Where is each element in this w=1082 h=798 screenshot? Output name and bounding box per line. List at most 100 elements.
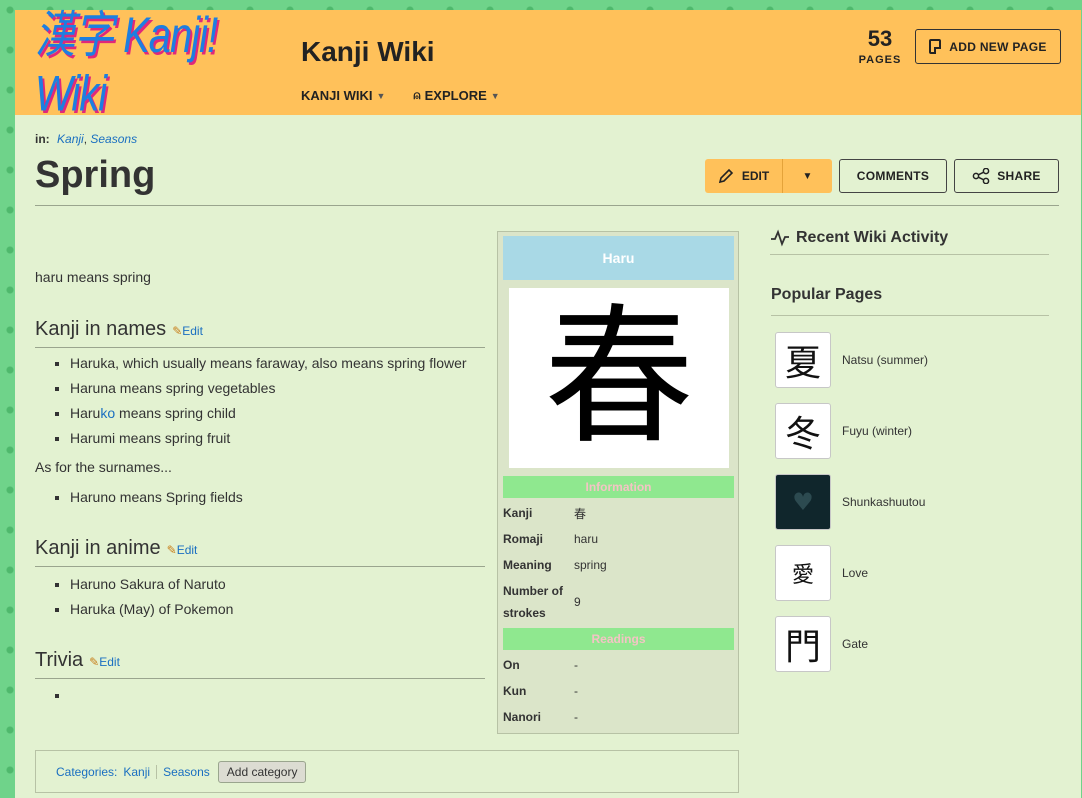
infobox-title: Haru — [503, 236, 734, 280]
wiki-logo[interactable]: 漢字 Kanji! Wiki — [35, 7, 285, 121]
category-link-seasons[interactable]: Seasons — [163, 765, 210, 779]
nav-explore[interactable]: ⍝ EXPLORE ▼ — [413, 88, 499, 103]
share-icon — [972, 168, 990, 184]
add-category-button[interactable]: Add category — [217, 760, 307, 783]
list-item-text: means spring child — [115, 405, 236, 421]
infobox-key: On — [503, 658, 520, 672]
edit-button[interactable]: EDIT — [705, 159, 783, 193]
list-item: Haruka (May) of Pokemon — [70, 600, 233, 625]
add-new-page-label: ADD NEW PAGE — [949, 39, 1047, 54]
pencil-icon: ✎ — [166, 543, 177, 557]
categories-label: Categories: — [56, 764, 118, 779]
chevron-down-icon: ▼ — [376, 90, 386, 101]
section-heading-trivia: Trivia ✎Edit — [35, 649, 485, 679]
popular-page-thumbnail: 門 — [775, 616, 831, 672]
infobox-row: Number of strokes 9 — [503, 580, 734, 624]
wiki-title[interactable]: Kanji Wiki — [301, 36, 435, 68]
infobox-row: Romaji haru — [503, 528, 734, 550]
recent-activity-label: Recent Wiki Activity — [796, 229, 949, 246]
popular-pages-heading: Popular Pages — [771, 286, 1049, 316]
breadcrumb-link-kanji[interactable]: Kanji — [57, 132, 84, 146]
surnames-list: Haruno means Spring fields — [70, 488, 243, 513]
heart-icon: ♥ — [792, 488, 814, 516]
pencil-icon: ✎ — [172, 324, 183, 338]
recent-activity-heading[interactable]: Recent Wiki Activity — [770, 229, 1049, 255]
kanji-image[interactable]: 春 — [509, 288, 729, 468]
page-title: Spring — [35, 154, 156, 196]
pencil-icon: ✎ — [89, 655, 100, 669]
infobox-value: spring — [574, 558, 607, 572]
popular-page-label: Natsu (summer) — [842, 353, 929, 367]
popular-page-item[interactable]: ♥ Shunkashuutou — [775, 474, 1049, 530]
nav-explore-label: EXPLORE — [424, 88, 487, 103]
popular-page-item[interactable]: 冬 Fuyu (winter) — [775, 403, 1049, 459]
section-edit-label: Edit — [99, 655, 120, 669]
popular-page-item[interactable]: 愛 Love — [775, 545, 1049, 601]
infobox-key: Number of strokes — [503, 584, 563, 620]
infobox-key: Kanji — [503, 506, 533, 520]
nav-kanji-wiki-label: KANJI WIKI — [301, 88, 373, 103]
page-counter: 53 PAGES — [855, 26, 905, 66]
section-heading-text: Kanji in names — [35, 318, 167, 340]
page: 漢字 Kanji! Wiki Kanji Wiki KANJI WIKI ▼ ⍝… — [15, 7, 1081, 798]
section-edit-link[interactable]: ✎Edit — [172, 324, 203, 338]
share-button[interactable]: SHARE — [954, 159, 1059, 193]
edit-button-group: EDIT ▼ — [705, 159, 832, 193]
section-edit-link[interactable]: ✎Edit — [89, 655, 120, 669]
comments-button[interactable]: COMMENTS — [839, 159, 947, 193]
popular-page-item[interactable]: 門 Gate — [775, 616, 1049, 672]
section-edit-label: Edit — [176, 543, 198, 557]
infobox-row: Meaning spring — [503, 554, 734, 576]
popular-page-label: Love — [842, 566, 869, 580]
infobox-row: Nanori - — [503, 706, 734, 728]
community-header: 漢字 Kanji! Wiki Kanji Wiki KANJI WIKI ▼ ⍝… — [15, 7, 1081, 121]
infobox-value: 9 — [574, 595, 581, 609]
page-count-label: PAGES — [858, 54, 902, 66]
chevron-down-icon: ▼ — [490, 90, 500, 101]
edit-dropdown-button[interactable]: ▼ — [783, 159, 832, 193]
infobox-value: - — [574, 658, 578, 672]
infobox: Haru 春 Information Kanji 春 Romaji haru M… — [497, 231, 739, 734]
popular-page-item[interactable]: 夏 Natsu (summer) — [775, 332, 1049, 388]
infobox-key: Romaji — [503, 532, 544, 546]
names-list: Haruka, which usually means faraway, als… — [70, 354, 467, 454]
list-item: Haruka, which usually means faraway, als… — [70, 354, 467, 379]
infobox-row: Kun - — [503, 680, 734, 702]
infobox-row: On - — [503, 654, 734, 676]
categories-bar: Categories: Kanji Seasons Add category — [35, 750, 739, 793]
list-item-text: Haru — [70, 405, 101, 421]
list-item: Haruko means spring child — [70, 404, 467, 429]
popular-page-label: Gate — [842, 637, 869, 651]
explore-icon: ⍝ — [413, 88, 421, 102]
infobox-key: Kun — [503, 684, 527, 698]
infobox-value: haru — [574, 532, 599, 546]
section-edit-link[interactable]: ✎Edit — [167, 543, 198, 557]
anime-list: Haruno Sakura of Naruto Haruka (May) of … — [70, 575, 233, 625]
popular-page-thumbnail: 冬 — [775, 403, 831, 459]
category-link-kanji[interactable]: Kanji — [123, 765, 150, 779]
section-heading-anime: Kanji in anime ✎Edit — [35, 537, 485, 567]
section-heading-names: Kanji in names ✎Edit — [35, 318, 485, 348]
divider — [156, 764, 158, 779]
section-heading-text: Kanji in anime — [35, 537, 161, 559]
list-item: Haruno Sakura of Naruto — [70, 575, 233, 600]
section-edit-label: Edit — [182, 324, 203, 338]
popular-page-thumbnail: 愛 — [775, 545, 831, 601]
breadcrumb-link-seasons[interactable]: Seasons — [90, 132, 137, 146]
infobox-row: Kanji 春 — [503, 502, 734, 524]
breadcrumb-prefix: in: — [35, 132, 50, 146]
infobox-value: - — [574, 684, 578, 698]
list-item-link[interactable]: ko — [100, 405, 115, 421]
divider — [35, 205, 1059, 206]
popular-page-thumbnail: ♥ — [775, 474, 831, 530]
nav-kanji-wiki[interactable]: KANJI WIKI ▼ — [301, 88, 385, 103]
infobox-value: - — [574, 710, 578, 724]
add-new-page-button[interactable]: ADD NEW PAGE — [915, 29, 1061, 64]
popular-page-label: Fuyu (winter) — [842, 424, 913, 438]
popular-page-label: Shunkashuutou — [842, 495, 926, 509]
surnames-paragraph: As for the surnames... — [35, 459, 172, 475]
new-page-icon — [929, 39, 942, 54]
list-item: Haruna means spring vegetables — [70, 379, 467, 404]
infobox-section-readings: Readings — [503, 628, 734, 650]
popular-page-thumbnail: 夏 — [775, 332, 831, 388]
